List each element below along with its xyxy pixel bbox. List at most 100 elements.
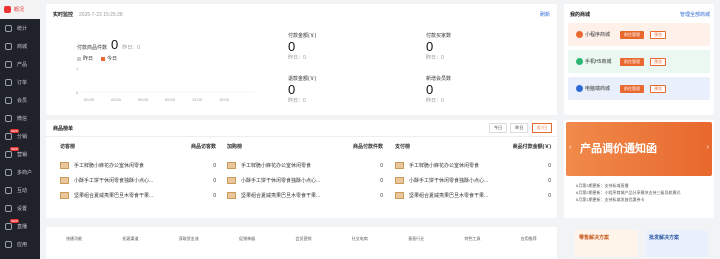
filter-7days[interactable]: 近7日 xyxy=(531,123,552,133)
y-tick-label: 0 xyxy=(76,90,79,95)
banner-text: 产品调价通知函 xyxy=(580,143,657,155)
tab-special-tools[interactable]: 特色工具 xyxy=(464,236,480,259)
product-name: 手工鲜脆小麻花办公室休闲零食 xyxy=(409,163,480,169)
stat-pay-buyers: 付款买家数 0 昨日：0 xyxy=(426,32,451,61)
tab-vertical-industry[interactable]: 垂直行业 xyxy=(408,236,424,259)
tab-member-marketing[interactable]: 会员营销 xyxy=(295,236,311,259)
product-thumbnail xyxy=(395,177,404,184)
gear-icon xyxy=(5,204,12,212)
x-tick-label: 00:00 xyxy=(84,97,95,102)
list-item[interactable]: 手工鲜脆小麻花办公室休闲零食 0 xyxy=(227,158,383,173)
product-name: 小酥手工饼干休闲零食独酥小点心... xyxy=(74,178,154,184)
sidebar-item-wechat[interactable]: 微信 xyxy=(0,109,40,127)
stat-label: 付款买家数 xyxy=(426,33,452,39)
refresh-link[interactable]: 刷新 xyxy=(540,11,550,18)
sidebar-item-live[interactable]: NEW 直播 xyxy=(0,217,40,235)
tab-customer-channels[interactable]: 拓客渠道 xyxy=(122,236,138,259)
legend-yesterday: 昨日 xyxy=(83,56,94,62)
sidebar-item-mall[interactable]: 商城 xyxy=(0,37,40,55)
stat-label: 付款金额(￥) xyxy=(288,33,317,39)
tab-cash-flow[interactable]: 获取资金流 xyxy=(179,236,199,259)
stat-value: 0 xyxy=(426,39,434,54)
list-item[interactable]: 小酥手工饼干休闲零食独酥小点心... 0 xyxy=(60,173,216,188)
promo-banner[interactable]: 产品调价通知函 ‹ › xyxy=(566,122,712,176)
retail-solution[interactable]: 零售解决方案 xyxy=(575,230,638,257)
product-thumbnail xyxy=(60,192,69,199)
manage-store-button[interactable]: 前往管理 xyxy=(620,58,644,66)
preview-store-button[interactable]: 预览 xyxy=(650,31,666,39)
ranking-card: 商品榜单 今日 昨日 近7日 访客榜 商品访客数 手工鲜脆小麻花办公室休闲零食 0… xyxy=(46,120,557,218)
news-item[interactable]: 6月第2期更新：小程序商城产品分享模块支持三级导航模式 xyxy=(576,189,710,196)
sidebar-item-distribution[interactable]: NEW 分销 xyxy=(0,127,40,145)
sidebar-item-label: 营销 xyxy=(17,151,28,158)
product-value: 0 xyxy=(548,192,551,199)
sidebar-item-label: 产品 xyxy=(17,61,28,68)
sidebar-item-marketing[interactable]: NEW 营销 xyxy=(0,145,40,163)
preview-store-button[interactable]: 预览 xyxy=(650,58,666,66)
sidebar-item-label: 应用 xyxy=(17,241,28,248)
stat-refund-amount: 退款金额(￥) 0 昨日：0 xyxy=(288,75,316,104)
paid-products-label: 付款商品件数 xyxy=(77,45,108,51)
tab-social-commerce[interactable]: 社交电商 xyxy=(352,236,368,259)
product-thumbnail xyxy=(395,192,404,199)
manage-store-button[interactable]: 前往管理 xyxy=(620,85,644,93)
stat-value: 0 xyxy=(288,82,296,97)
store-h5: 手机H5商城 前往管理 预览 xyxy=(568,50,710,73)
sidebar-item-overview[interactable]: 概况 xyxy=(0,0,40,19)
product-name: 手工鲜脆小麻花办公室休闲零食 xyxy=(74,163,145,169)
x-tick-label: 03:00 xyxy=(111,97,122,102)
stat-new-members: 新增会员数 0 昨日：0 xyxy=(426,75,451,104)
preview-store-button[interactable]: 预览 xyxy=(650,85,666,93)
product-name: 手工鲜脆小麻花办公室休闲零食 xyxy=(241,163,312,169)
wholesale-solution[interactable]: 批发解决方案 xyxy=(645,230,708,257)
sidebar-item-members[interactable]: 会员 xyxy=(0,91,40,109)
stat-yesterday: 昨日：0 xyxy=(426,98,444,104)
monitor-card: 实时监控 2025-7-23 15:25:28 刷新 付款商品件数 0 昨日：0… xyxy=(46,4,557,115)
list-item[interactable]: 坚果组合夏威夷果巴旦木零食干果... 0 xyxy=(395,188,551,203)
x-tick-label: 09:00 xyxy=(165,97,176,102)
stat-yesterday: 昨日：0 xyxy=(288,55,306,61)
chevron-left-icon[interactable]: ‹ xyxy=(569,144,571,151)
news-item[interactable]: 6月第3期更新：支持私域直播 xyxy=(576,182,710,189)
filter-today[interactable]: 今日 xyxy=(488,123,507,133)
apps-icon xyxy=(5,240,12,248)
tab-promotion-tools[interactable]: 促销神器 xyxy=(239,236,255,259)
stat-value: 0 xyxy=(426,82,434,97)
sidebar-item-interaction[interactable]: 互动 xyxy=(0,181,40,199)
product-value: 0 xyxy=(213,162,216,169)
desktop-icon xyxy=(576,85,583,92)
sidebar-item-merchants[interactable]: 多商户 xyxy=(0,163,40,181)
sidebar-item-apps[interactable]: 应用 xyxy=(0,235,40,253)
sidebar-item-label: 分销 xyxy=(17,133,28,140)
new-badge: NEW xyxy=(10,219,19,223)
ranking-column-payment: 支付榜 商品付款金额(￥) 手工鲜脆小麻花办公室休闲零食 0 小酥手工饼干休闲零食… xyxy=(395,143,551,203)
product-value: 0 xyxy=(380,192,383,199)
news-item[interactable]: 6月第1期更新：支持私域发放优惠券卡 xyxy=(576,196,710,203)
stat-label: 新增会员数 xyxy=(426,76,452,82)
chevron-right-icon[interactable]: › xyxy=(707,144,709,151)
y-tick-label: 1 xyxy=(76,66,79,71)
sidebar-item-label: 概况 xyxy=(14,7,25,13)
video-icon xyxy=(5,222,12,230)
list-item[interactable]: 小酥手工饼干休闲零食独酥小点心... 0 xyxy=(227,173,383,188)
product-thumbnail xyxy=(60,177,69,184)
sidebar-item-label: 订单 xyxy=(17,79,28,86)
sidebar-item-products[interactable]: 产品 xyxy=(0,55,40,73)
sidebar: 概况 统计 商城 产品 订单 会员 微信 NEW 分销 NEW 营销 多商户 互动 … xyxy=(0,0,40,259)
sidebar-item-settings[interactable]: 设置 xyxy=(0,199,40,217)
list-item[interactable]: 手工鲜脆小麻花办公室休闲零食 0 xyxy=(395,158,551,173)
tab-app-recommend[interactable]: 应用推荐 xyxy=(521,236,537,259)
manage-store-button[interactable]: 前往管理 xyxy=(620,31,644,39)
list-item[interactable]: 坚果组合夏威夷果巴旦木零食干果... 0 xyxy=(227,188,383,203)
sidebar-item-orders[interactable]: 订单 xyxy=(0,73,40,91)
manage-stores-link[interactable]: 管理全部商城 xyxy=(680,11,710,18)
stat-label: 退款金额(￥) xyxy=(288,76,317,82)
filter-yesterday[interactable]: 昨日 xyxy=(510,123,529,133)
list-item[interactable]: 坚果组合夏威夷果巴旦木零食干果... 0 xyxy=(60,188,216,203)
sidebar-item-stats[interactable]: 统计 xyxy=(0,19,40,37)
x-tick-label: 15:00 xyxy=(219,97,230,102)
list-item[interactable]: 手工鲜脆小麻花办公室休闲零食 0 xyxy=(60,158,216,173)
product-value: 0 xyxy=(548,162,551,169)
list-item[interactable]: 小酥手工饼干休闲零食独酥小点心... 0 xyxy=(395,173,551,188)
tab-quick-functions[interactable]: 快捷功能 xyxy=(66,236,82,259)
